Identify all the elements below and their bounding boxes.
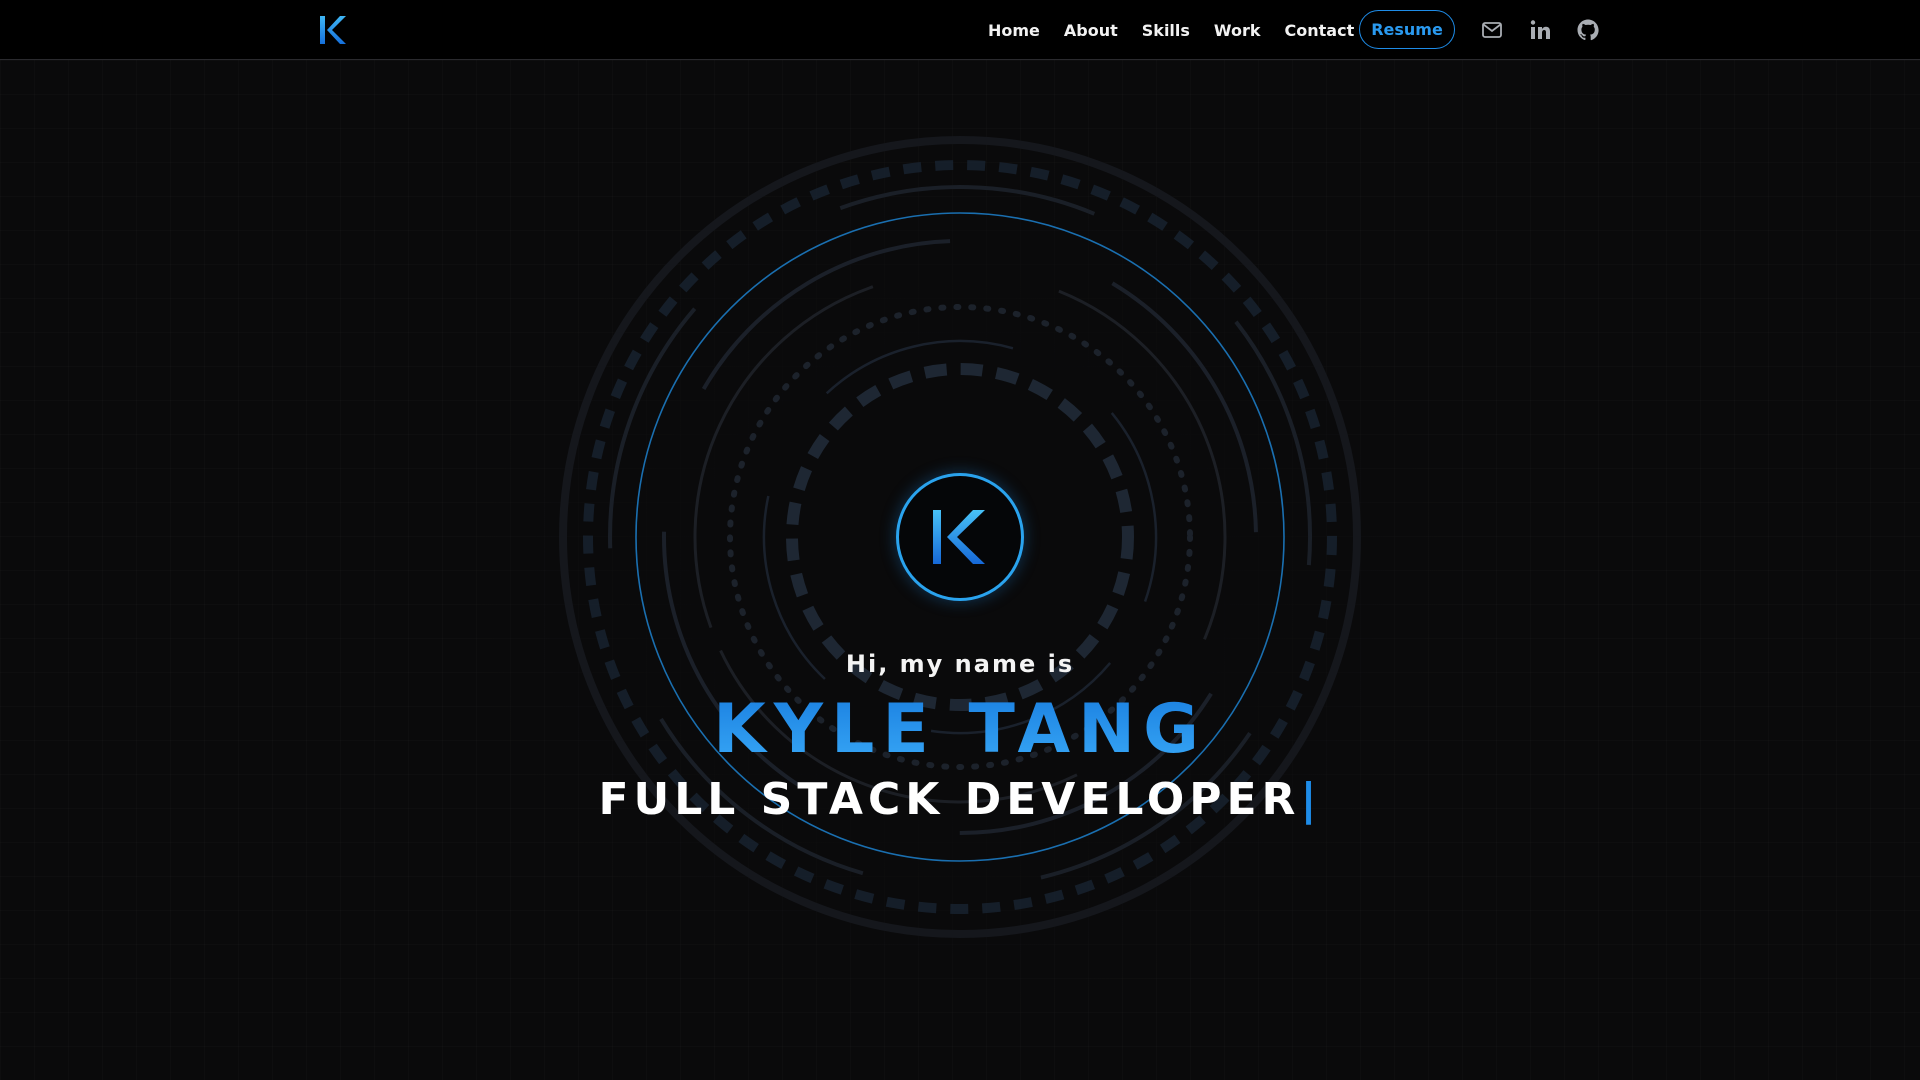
avatar — [896, 473, 1024, 601]
typing-cursor: | — [1300, 774, 1322, 825]
page: Home About Skills Work Contact Resume Hi… — [0, 0, 1920, 1080]
hero-greeting: Hi, my name is — [845, 650, 1075, 678]
hero-role: FULL STACK DEVELOPER — [598, 774, 1301, 825]
hero-name: KYLE TANG — [560, 690, 1360, 770]
hero-role-line: FULL STACK DEVELOPER| — [560, 772, 1360, 828]
avatar-k-icon — [933, 510, 985, 564]
